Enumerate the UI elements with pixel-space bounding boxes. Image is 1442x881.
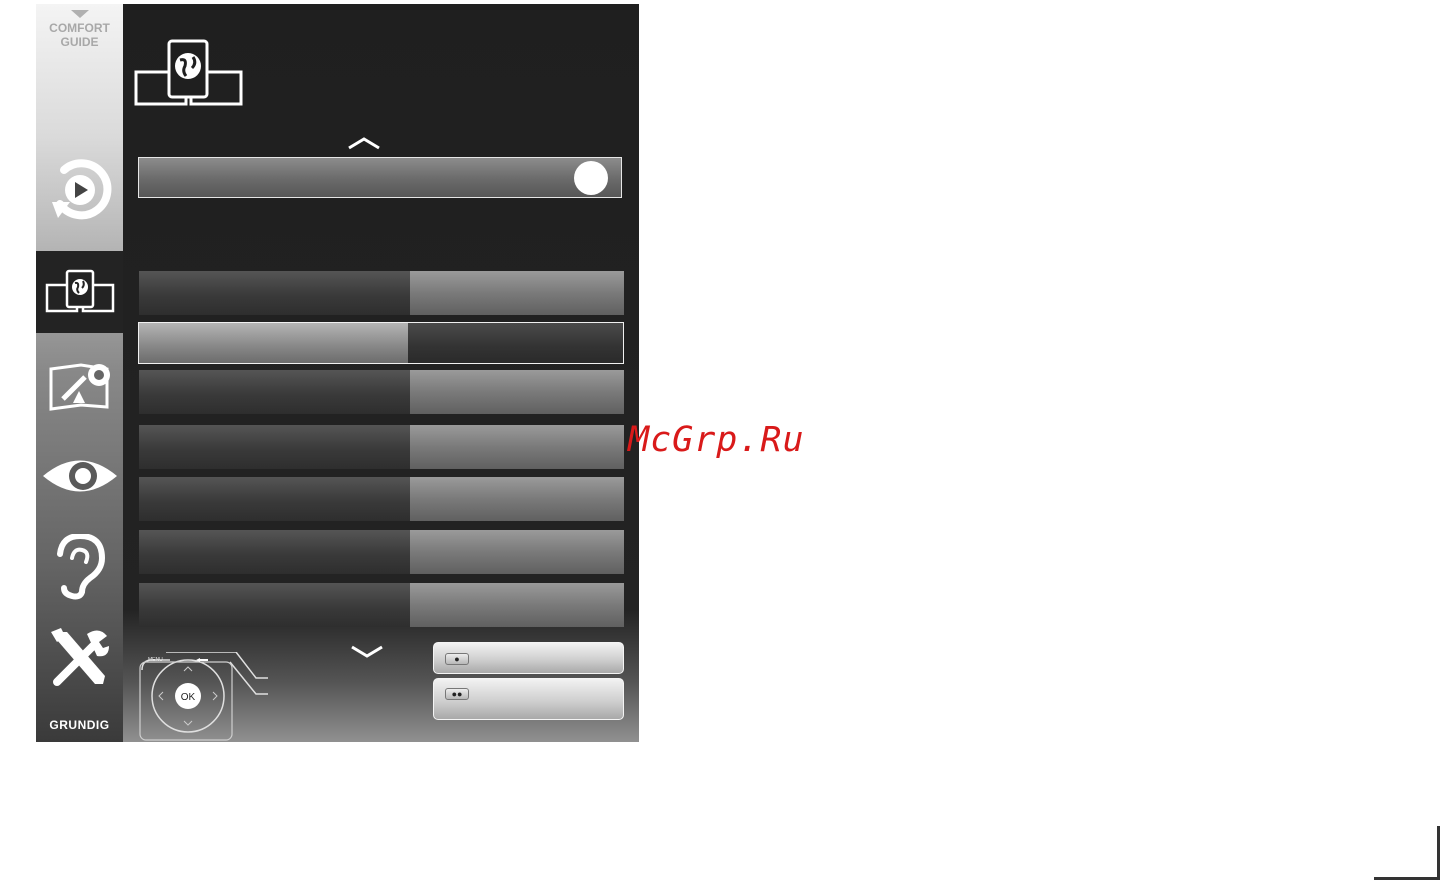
record-key-button[interactable]: ●	[433, 642, 624, 674]
menu-row-4[interactable]	[139, 425, 624, 469]
scroll-up-icon[interactable]	[347, 136, 381, 150]
network-globe-icon	[134, 39, 243, 106]
menu-row-value[interactable]	[410, 425, 624, 469]
sidebar-item-sound[interactable]	[36, 526, 123, 608]
menu-row-label	[139, 530, 410, 574]
menu-row-label	[139, 323, 408, 363]
ok-key-label: OK	[181, 692, 196, 703]
ear-icon	[56, 534, 105, 600]
antenna-install-icon	[49, 362, 110, 411]
sidebar-item-source[interactable]	[36, 149, 123, 234]
menu-row-7[interactable]	[139, 583, 624, 627]
menu-row-value[interactable]	[410, 583, 624, 627]
page-corner-mark-vertical	[1437, 826, 1440, 880]
remote-navigation-graphic: OK MENU	[139, 652, 268, 741]
single-dot-key-icon: ●	[445, 653, 469, 665]
triangle-down-icon	[70, 10, 89, 18]
menu-row-label	[139, 370, 410, 414]
menu-row-value[interactable]	[410, 370, 624, 414]
menu-row-2-selected[interactable]	[138, 322, 624, 364]
comfort-guide-line1: COMFORT	[49, 21, 110, 35]
double-dot-key-button[interactable]: ●●	[433, 678, 624, 720]
menu-row-label	[139, 425, 410, 469]
source-playback-icon	[51, 158, 111, 219]
comfort-guide-line2: GUIDE	[60, 35, 99, 49]
menu-row-value[interactable]	[410, 530, 624, 574]
sidebar-item-network[interactable]	[36, 251, 123, 333]
tools-icon	[50, 628, 109, 686]
menu-key-label: MENU	[148, 657, 163, 663]
menu-row-value[interactable]	[410, 271, 624, 315]
signal-level-slider[interactable]	[138, 157, 622, 198]
grundig-logo: GRUNDIG	[49, 718, 110, 732]
network-settings-panel: OK MENU ● ●●	[123, 4, 639, 742]
menu-row-1[interactable]	[139, 271, 624, 315]
eye-icon	[42, 460, 117, 492]
menu-row-value[interactable]	[408, 323, 623, 363]
menu-row-label	[139, 271, 410, 315]
network-globe-icon	[45, 269, 114, 313]
menu-row-value[interactable]	[410, 477, 624, 521]
comfort-guide-button[interactable]: COMFORT GUIDE	[36, 4, 123, 64]
menu-row-6[interactable]	[139, 530, 624, 574]
sidebar-item-setup[interactable]	[36, 614, 123, 704]
sidebar-item-installation[interactable]	[36, 349, 123, 424]
watermark: McGrp.Ru	[628, 420, 805, 460]
page-corner-mark-horizontal	[1374, 877, 1440, 880]
menu-row-label	[139, 477, 410, 521]
slider-thumb[interactable]	[574, 161, 608, 195]
double-dot-key-icon: ●●	[445, 688, 469, 700]
sidebar-item-picture[interactable]	[36, 436, 123, 516]
menu-row-5[interactable]	[139, 477, 624, 521]
menu-row-label	[139, 583, 410, 627]
menu-row-3[interactable]	[139, 370, 624, 414]
scroll-down-icon[interactable]	[350, 644, 384, 658]
side-menu: COMFORT GUIDE GRUNDIG	[36, 4, 123, 742]
